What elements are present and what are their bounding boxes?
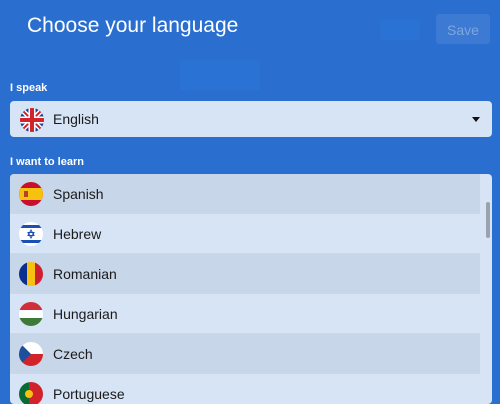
speak-label: I speak xyxy=(10,82,48,94)
language-label: Czech xyxy=(53,346,93,362)
hungary-flag-icon xyxy=(18,301,44,327)
page-title: Choose your language xyxy=(27,14,239,37)
save-button[interactable]: Save xyxy=(436,14,490,44)
romania-flag-icon xyxy=(18,261,44,287)
learn-label: I want to learn xyxy=(10,156,84,168)
list-item-romanian[interactable]: Romanian xyxy=(10,254,480,294)
background-shape xyxy=(180,60,260,90)
list-item-spanish[interactable]: Spanish xyxy=(10,174,480,214)
learn-language-list[interactable]: Spanish Hebrew Romanian Hungarian Czech … xyxy=(10,174,492,404)
scrollbar-thumb[interactable] xyxy=(486,202,490,238)
list-item-hebrew[interactable]: Hebrew xyxy=(10,214,480,254)
background-shape xyxy=(380,20,420,40)
chevron-down-icon xyxy=(472,117,480,122)
uk-flag-icon xyxy=(19,107,45,133)
selected-language-label: English xyxy=(53,111,99,127)
language-label: Spanish xyxy=(53,186,104,202)
portugal-flag-icon xyxy=(18,381,44,404)
list-item-hungarian[interactable]: Hungarian xyxy=(10,294,480,334)
spain-flag-icon xyxy=(18,181,44,207)
speak-language-select[interactable]: English xyxy=(10,101,492,137)
israel-flag-icon xyxy=(18,221,44,247)
czech-flag-icon xyxy=(18,341,44,367)
language-label: Hungarian xyxy=(53,306,118,322)
list-item-czech[interactable]: Czech xyxy=(10,334,480,374)
language-label: Hebrew xyxy=(53,226,102,242)
language-label: Romanian xyxy=(53,266,117,282)
